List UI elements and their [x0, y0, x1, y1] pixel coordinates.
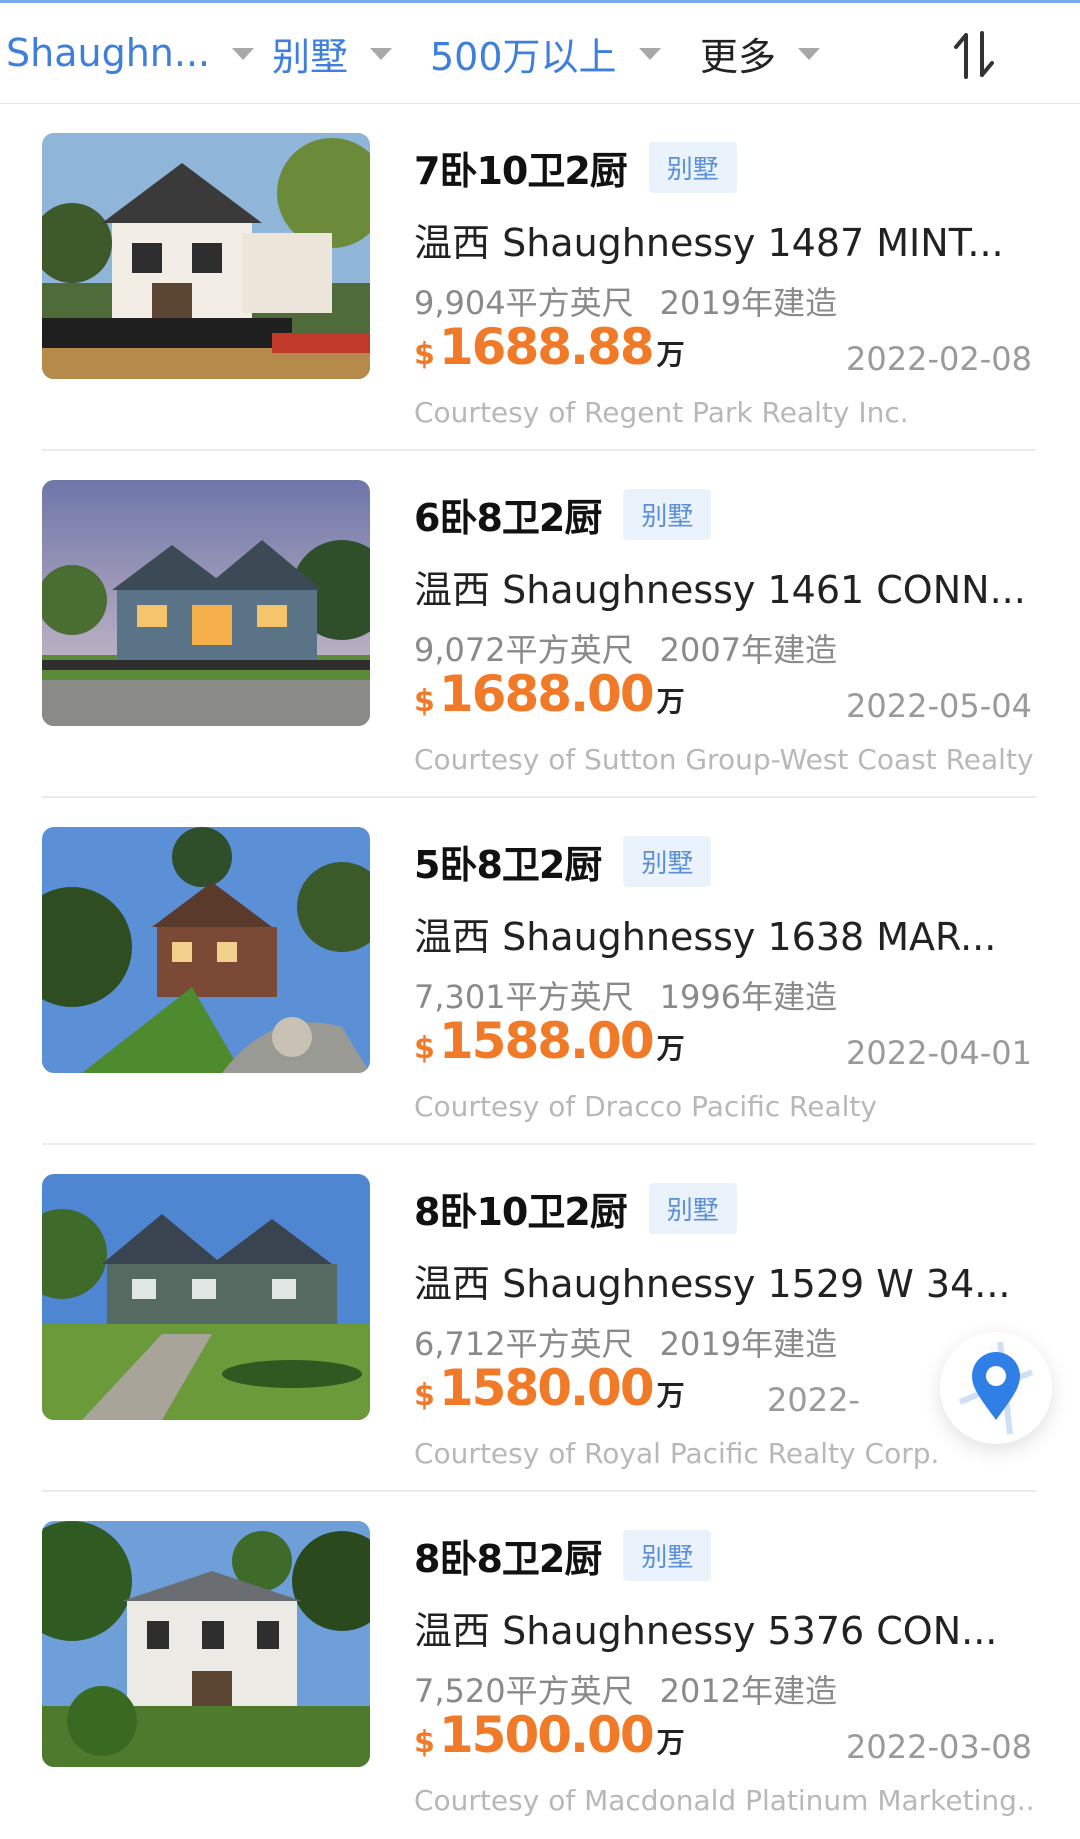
map-pin-icon: [958, 1341, 1034, 1435]
chevron-down-icon: [232, 48, 255, 60]
listing-title-row: 6卧8卫2厨 别墅: [414, 485, 712, 543]
listing-price: $ 1688.00 万: [414, 665, 685, 723]
listing-price: $ 1688.88 万: [414, 318, 685, 376]
listing-title-row: 5卧8卫2厨 别墅: [414, 832, 712, 890]
listing-type-badge: 别墅: [648, 1182, 737, 1234]
listing-photo: [42, 827, 370, 1073]
listing-sqft: 9,072平方英尺: [414, 631, 634, 669]
listing-sqft: 7,520平方英尺: [414, 1672, 634, 1710]
price-amount: 1500.00: [438, 1706, 655, 1764]
listing-rooms: 8卧8卫2厨: [414, 1536, 602, 1581]
price-amount: 1588.00: [438, 1012, 655, 1070]
price-unit: 万: [656, 1379, 685, 1412]
listing-courtesy: Courtesy of Regent Park Realty Inc.: [414, 396, 909, 429]
price-amount: 1688.00: [438, 665, 655, 723]
price-unit: 万: [656, 685, 685, 718]
listing-sqft: 6,712平方英尺: [414, 1325, 634, 1363]
listing-courtesy: Courtesy of Dracco Pacific Realty: [414, 1090, 877, 1123]
listing-title-row: 8卧10卫2厨 别墅: [414, 1179, 737, 1237]
sort-button[interactable]: [950, 29, 998, 81]
listing-photo: [42, 480, 370, 726]
listing-photo: [42, 1174, 370, 1420]
currency-symbol: $: [414, 1031, 435, 1066]
currency-symbol: $: [414, 1378, 435, 1413]
listing-type-badge: 别墅: [623, 835, 712, 887]
price-amount: 1580.00: [438, 1359, 655, 1417]
listing-sqft: 7,301平方英尺: [414, 978, 634, 1016]
listing-card[interactable]: 5卧8卫2厨 别墅 温西 Shaughnessy 1638 MAR... 7,3…: [0, 798, 1080, 1145]
listing-rooms: 7卧10卫2厨: [414, 148, 628, 193]
listing-address: 温西 Shaughnessy 1638 MAR...: [414, 915, 997, 959]
listing-price: $ 1500.00 万: [414, 1706, 685, 1764]
listing-photo: [42, 1521, 370, 1767]
listing-photo: [42, 133, 370, 379]
listing-courtesy: Courtesy of Sutton Group-West Coast Real…: [414, 743, 1034, 776]
listing-title-row: 7卧10卫2厨 别墅: [414, 138, 737, 196]
price-unit: 万: [656, 1032, 685, 1065]
listing-card[interactable]: 8卧8卫2厨 别墅 温西 Shaughnessy 5376 CON... 7,5…: [0, 1492, 1080, 1839]
listing-built-year: 1996年建造: [659, 978, 838, 1016]
listing-type-badge: 别墅: [623, 1529, 712, 1581]
listing-sqft: 9,904平方英尺: [414, 284, 634, 322]
listing-card[interactable]: 7卧10卫2厨 别墅 温西 Shaughnessy 1487 MINT... 9…: [0, 104, 1080, 451]
listing-built-year: 2019年建造: [659, 284, 838, 322]
filter-area-dropdown[interactable]: Shaughn...: [6, 29, 255, 77]
listing-date: 2022-03-08: [846, 1728, 1032, 1766]
listing-courtesy: Courtesy of Macdonald Platinum Marketing…: [414, 1784, 1036, 1817]
listing-address: 温西 Shaughnessy 1487 MINT...: [414, 221, 1004, 265]
listing-rooms: 5卧8卫2厨: [414, 842, 602, 887]
chevron-down-icon: [370, 48, 393, 60]
currency-symbol: $: [414, 337, 435, 372]
filter-more-label: 更多: [700, 34, 777, 79]
listing-built-year: 2012年建造: [659, 1672, 838, 1710]
listing-card[interactable]: 8卧10卫2厨 别墅 温西 Shaughnessy 1529 W 34... 6…: [0, 1145, 1080, 1492]
listing-rooms: 6卧8卫2厨: [414, 495, 602, 540]
listing-price: $ 1588.00 万: [414, 1012, 685, 1070]
price-unit: 万: [656, 1726, 685, 1759]
listing-type-badge: 别墅: [623, 488, 712, 540]
listing-date: 2022-05-04: [846, 687, 1032, 725]
listing-price: $ 1580.00 万: [414, 1359, 685, 1417]
filter-price-dropdown[interactable]: 500万以上: [430, 29, 661, 79]
listing-address: 温西 Shaughnessy 1461 CONN...: [414, 568, 1026, 612]
filter-more-dropdown[interactable]: 更多: [700, 29, 821, 79]
listing-card[interactable]: 6卧8卫2厨 别墅 温西 Shaughnessy 1461 CONN... 9,…: [0, 451, 1080, 798]
chevron-down-icon: [798, 48, 821, 60]
listing-date: 2022-: [767, 1381, 860, 1419]
listing-address: 温西 Shaughnessy 1529 W 34...: [414, 1262, 1011, 1306]
filter-price-label: 500万以上: [430, 34, 617, 79]
listing-date: 2022-04-01: [846, 1034, 1032, 1072]
map-view-button[interactable]: [940, 1332, 1052, 1444]
currency-symbol: $: [414, 684, 435, 719]
listing-type-badge: 别墅: [648, 141, 737, 193]
price-amount: 1688.88: [438, 318, 655, 376]
chevron-down-icon: [638, 48, 661, 60]
listing-address: 温西 Shaughnessy 5376 CON...: [414, 1609, 998, 1653]
filter-area-label: Shaughn...: [6, 31, 211, 75]
listing-built-year: 2007年建造: [659, 631, 838, 669]
filter-type-dropdown[interactable]: 别墅: [272, 29, 393, 79]
listing-built-year: 2019年建造: [659, 1325, 838, 1363]
listing-rooms: 8卧10卫2厨: [414, 1189, 628, 1234]
filter-bar: Shaughn... 别墅 500万以上 更多: [0, 3, 1080, 104]
listing-title-row: 8卧8卫2厨 别墅: [414, 1526, 712, 1584]
sort-arrows-icon: [954, 31, 994, 79]
currency-symbol: $: [414, 1725, 435, 1760]
listing-date: 2022-02-08: [846, 340, 1032, 378]
filter-type-label: 别墅: [272, 34, 349, 79]
price-unit: 万: [656, 338, 685, 371]
